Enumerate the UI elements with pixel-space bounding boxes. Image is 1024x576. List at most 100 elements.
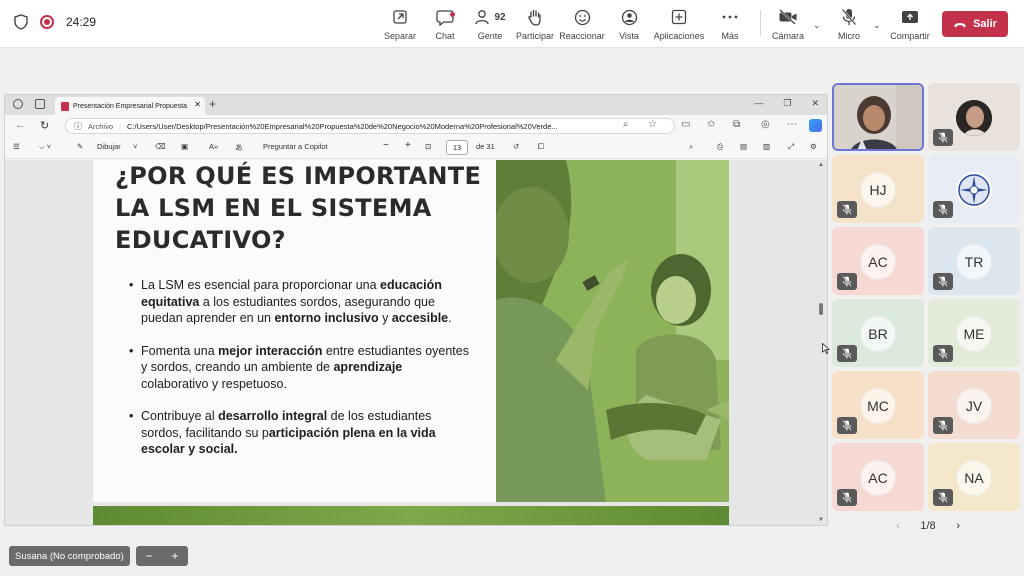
mic-options-chevron-icon[interactable]: ⌄ [873, 20, 881, 31]
share-button[interactable]: Compartir [882, 6, 938, 41]
participant-tile[interactable]: JV [928, 371, 1020, 439]
view-icon [621, 9, 637, 25]
page-view-icon[interactable]: ⧠ [538, 142, 544, 152]
bullet-emphasis: mejor interacción [218, 343, 323, 358]
draw-options-chevron-icon[interactable]: ˅ [133, 142, 137, 151]
camera-button[interactable]: Cámara [760, 6, 816, 41]
participant-tile[interactable]: HJ [832, 155, 924, 223]
participant-tile[interactable]: BR [832, 299, 924, 367]
mouse-cursor-icon [822, 343, 830, 354]
participant-initials: JV [956, 388, 992, 424]
hang-up-icon [954, 22, 967, 27]
slide-bullet: Fomenta una mejor interacción entre estu… [129, 343, 469, 393]
more-button[interactable]: Más [702, 6, 758, 41]
eraser-icon[interactable]: ⌫ [155, 142, 166, 151]
rotate-icon[interactable]: ↺ [513, 142, 519, 151]
pager-prev-icon[interactable]: ‹ [896, 520, 900, 532]
ask-copilot-button[interactable]: Preguntar a Copilot [263, 142, 328, 151]
minimize-icon[interactable]: — [754, 98, 763, 109]
participant-tile[interactable]: AC [832, 443, 924, 511]
browser-menu-icon[interactable]: ⋯ [787, 119, 797, 130]
bullet-emphasis: aprendizaje [333, 360, 403, 374]
browser-tab[interactable]: Presentación Empresarial Propuesta ✕ [55, 97, 205, 115]
favorites-icon[interactable]: ✩ [707, 119, 715, 130]
view-button[interactable]: Vista [601, 6, 657, 41]
contents-icon[interactable]: ☰ [13, 142, 20, 151]
stage-zoom-in-icon[interactable]: + [171, 549, 178, 563]
tab-close-icon[interactable]: ✕ [194, 100, 201, 109]
stage-zoom-out-icon[interactable]: − [145, 549, 152, 563]
search-icon[interactable]: ⌕ [689, 142, 693, 152]
print-icon[interactable]: ⎙ [717, 142, 723, 152]
mic-button[interactable]: Micro [821, 6, 877, 41]
chat-unread-badge [450, 12, 455, 17]
draw-pen-icon[interactable]: ✎ [77, 142, 83, 151]
meeting-toolbar: 24:29 Separar Chat 92 Gente Participar R… [0, 0, 1024, 48]
extension-icon[interactable]: ◎ [761, 119, 770, 130]
participant-tile[interactable]: MC [832, 371, 924, 439]
tab-actions-icon[interactable] [35, 99, 45, 109]
camera-options-chevron-icon[interactable]: ⌄ [813, 20, 821, 31]
participant-tile[interactable]: NA [928, 443, 1020, 511]
bullet-text: Contribuye al [141, 409, 219, 423]
copilot-icon[interactable] [809, 119, 822, 132]
save-icon[interactable]: ▤ [740, 142, 747, 151]
pop-out-icon [393, 10, 407, 24]
browser-tabstrip: Presentación Empresarial Propuesta ✕ + —… [5, 95, 827, 115]
bullet-text: y [378, 311, 392, 325]
participant-tile[interactable]: TR [928, 227, 1020, 295]
slide-title-line: LA LSM EN EL SISTEMA [115, 194, 432, 222]
participant-tile[interactable] [928, 83, 1020, 151]
participant-tile[interactable]: ME [928, 299, 1020, 367]
scrollbar-thumb[interactable] [819, 303, 823, 315]
refresh-icon[interactable]: ↻ [40, 119, 49, 132]
draw-button[interactable]: Dibujar [97, 142, 121, 151]
bullet-emphasis: accesible [391, 311, 449, 325]
save-as-icon[interactable]: ▥ [763, 142, 770, 151]
gallery-pager: ‹ 1/8 › [896, 520, 960, 532]
translate-icon[interactable]: あ [235, 142, 243, 153]
scroll-down-icon[interactable]: ▼ [818, 517, 824, 523]
slide-title-line: EDUCATIVO? [115, 226, 286, 254]
read-aloud-icon[interactable]: A» [209, 142, 218, 151]
muted-mic-icon [837, 273, 857, 290]
shield-icon[interactable] [14, 14, 28, 30]
smiley-icon [574, 9, 590, 25]
participant-initials: BR [860, 316, 896, 352]
window-close-icon[interactable]: ✕ [811, 98, 819, 109]
muted-mic-icon [837, 345, 857, 362]
pdf-document-view[interactable]: ¿POR QUÉ ES IMPORTANTE LA LSM EN EL SIST… [5, 160, 827, 525]
pager-next-icon[interactable]: › [956, 520, 960, 532]
favorite-star-icon[interactable]: ☆ [648, 119, 657, 130]
pager-text: 1/8 [920, 520, 936, 532]
apps-button[interactable]: Aplicaciones [651, 6, 707, 41]
collections-icon[interactable]: ⧉ [733, 119, 740, 130]
muted-mic-icon [933, 201, 953, 218]
participant-initials: ME [956, 316, 992, 352]
fit-page-icon[interactable]: ⊡ [425, 142, 431, 151]
reading-view-icon[interactable]: ▭ [681, 119, 690, 130]
participant-tile[interactable] [928, 155, 1020, 223]
scroll-up-icon[interactable]: ▲ [818, 162, 824, 168]
text-box-icon[interactable]: ▣ [181, 142, 188, 151]
stage-zoom-controls: − + [136, 546, 188, 566]
profile-icon[interactable] [13, 99, 23, 109]
apps-plus-icon [671, 9, 687, 25]
back-icon[interactable]: ← [15, 119, 26, 131]
participant-avatar-logo [956, 172, 992, 208]
slide-photo-sign-language [496, 160, 729, 502]
restore-icon[interactable]: ❐ [783, 98, 791, 109]
page-number-input[interactable]: 13 [446, 140, 468, 155]
zoom-in-icon[interactable]: + [405, 140, 411, 151]
pdf-file-icon [61, 101, 69, 111]
address-bar[interactable]: ⓘ Archivo | C:/Users/User/Desktop/Presen… [65, 118, 675, 134]
participant-tile[interactable] [832, 83, 924, 151]
zoom-icon[interactable]: ⌕ [623, 119, 629, 130]
leave-button[interactable]: Salir [942, 11, 1008, 37]
new-tab-icon[interactable]: + [209, 97, 216, 111]
highlight-icon[interactable]: ⌵ ˅ [39, 142, 51, 152]
settings-gear-icon[interactable]: ⚙ [810, 142, 817, 151]
fullscreen-icon[interactable]: ⤢ [788, 142, 794, 152]
zoom-out-icon[interactable]: − [383, 140, 389, 151]
participant-tile[interactable]: AC [832, 227, 924, 295]
